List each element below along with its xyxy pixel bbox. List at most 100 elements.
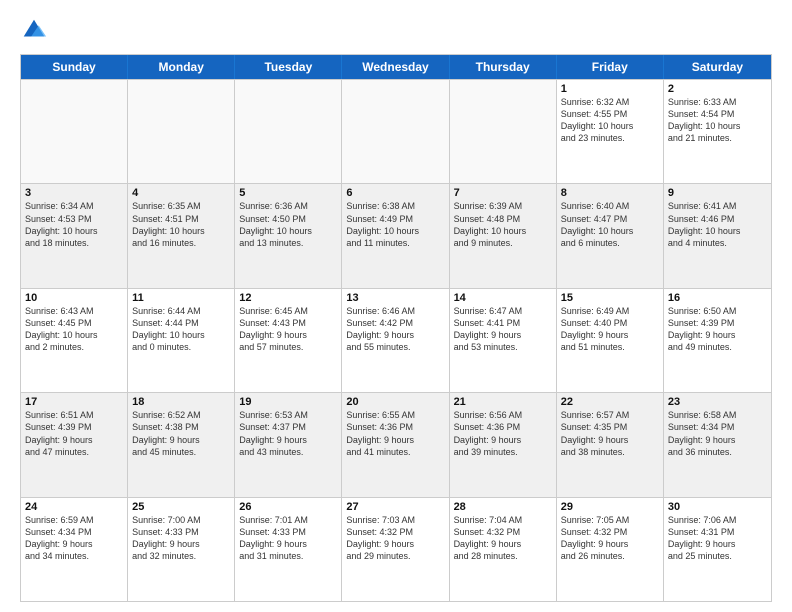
day-number: 10 <box>25 292 123 304</box>
calendar-row-3: 10Sunrise: 6:43 AM Sunset: 4:45 PM Dayli… <box>21 288 771 392</box>
day-cell-13: 13Sunrise: 6:46 AM Sunset: 4:42 PM Dayli… <box>342 289 449 392</box>
day-number: 29 <box>561 501 659 513</box>
day-number: 3 <box>25 187 123 199</box>
day-number: 7 <box>454 187 552 199</box>
day-cell-14: 14Sunrise: 6:47 AM Sunset: 4:41 PM Dayli… <box>450 289 557 392</box>
day-number: 8 <box>561 187 659 199</box>
header-day-saturday: Saturday <box>664 55 771 79</box>
calendar-row-1: 1Sunrise: 6:32 AM Sunset: 4:55 PM Daylig… <box>21 79 771 183</box>
day-cell-24: 24Sunrise: 6:59 AM Sunset: 4:34 PM Dayli… <box>21 498 128 601</box>
day-cell-30: 30Sunrise: 7:06 AM Sunset: 4:31 PM Dayli… <box>664 498 771 601</box>
day-cell-2: 2Sunrise: 6:33 AM Sunset: 4:54 PM Daylig… <box>664 80 771 183</box>
day-info: Sunrise: 7:01 AM Sunset: 4:33 PM Dayligh… <box>239 514 337 563</box>
day-info: Sunrise: 7:04 AM Sunset: 4:32 PM Dayligh… <box>454 514 552 563</box>
empty-cell <box>342 80 449 183</box>
day-info: Sunrise: 6:43 AM Sunset: 4:45 PM Dayligh… <box>25 305 123 354</box>
calendar-row-2: 3Sunrise: 6:34 AM Sunset: 4:53 PM Daylig… <box>21 183 771 287</box>
day-info: Sunrise: 6:39 AM Sunset: 4:48 PM Dayligh… <box>454 200 552 249</box>
day-number: 24 <box>25 501 123 513</box>
empty-cell <box>450 80 557 183</box>
day-info: Sunrise: 6:34 AM Sunset: 4:53 PM Dayligh… <box>25 200 123 249</box>
calendar-row-4: 17Sunrise: 6:51 AM Sunset: 4:39 PM Dayli… <box>21 392 771 496</box>
day-info: Sunrise: 6:53 AM Sunset: 4:37 PM Dayligh… <box>239 409 337 458</box>
empty-cell <box>128 80 235 183</box>
day-cell-29: 29Sunrise: 7:05 AM Sunset: 4:32 PM Dayli… <box>557 498 664 601</box>
day-info: Sunrise: 6:38 AM Sunset: 4:49 PM Dayligh… <box>346 200 444 249</box>
day-info: Sunrise: 6:51 AM Sunset: 4:39 PM Dayligh… <box>25 409 123 458</box>
day-info: Sunrise: 6:41 AM Sunset: 4:46 PM Dayligh… <box>668 200 767 249</box>
day-number: 16 <box>668 292 767 304</box>
day-info: Sunrise: 6:50 AM Sunset: 4:39 PM Dayligh… <box>668 305 767 354</box>
day-info: Sunrise: 7:05 AM Sunset: 4:32 PM Dayligh… <box>561 514 659 563</box>
day-info: Sunrise: 7:03 AM Sunset: 4:32 PM Dayligh… <box>346 514 444 563</box>
day-cell-28: 28Sunrise: 7:04 AM Sunset: 4:32 PM Dayli… <box>450 498 557 601</box>
day-info: Sunrise: 6:49 AM Sunset: 4:40 PM Dayligh… <box>561 305 659 354</box>
day-number: 23 <box>668 396 767 408</box>
day-number: 20 <box>346 396 444 408</box>
day-cell-21: 21Sunrise: 6:56 AM Sunset: 4:36 PM Dayli… <box>450 393 557 496</box>
day-number: 26 <box>239 501 337 513</box>
empty-cell <box>21 80 128 183</box>
logo <box>20 16 52 44</box>
day-cell-3: 3Sunrise: 6:34 AM Sunset: 4:53 PM Daylig… <box>21 184 128 287</box>
day-number: 5 <box>239 187 337 199</box>
day-number: 15 <box>561 292 659 304</box>
day-number: 17 <box>25 396 123 408</box>
day-info: Sunrise: 6:52 AM Sunset: 4:38 PM Dayligh… <box>132 409 230 458</box>
day-info: Sunrise: 6:57 AM Sunset: 4:35 PM Dayligh… <box>561 409 659 458</box>
day-number: 25 <box>132 501 230 513</box>
header-day-thursday: Thursday <box>450 55 557 79</box>
day-number: 22 <box>561 396 659 408</box>
header-day-sunday: Sunday <box>21 55 128 79</box>
header-day-tuesday: Tuesday <box>235 55 342 79</box>
day-info: Sunrise: 6:40 AM Sunset: 4:47 PM Dayligh… <box>561 200 659 249</box>
day-number: 9 <box>668 187 767 199</box>
day-info: Sunrise: 7:00 AM Sunset: 4:33 PM Dayligh… <box>132 514 230 563</box>
day-number: 14 <box>454 292 552 304</box>
day-info: Sunrise: 6:47 AM Sunset: 4:41 PM Dayligh… <box>454 305 552 354</box>
day-cell-16: 16Sunrise: 6:50 AM Sunset: 4:39 PM Dayli… <box>664 289 771 392</box>
day-cell-10: 10Sunrise: 6:43 AM Sunset: 4:45 PM Dayli… <box>21 289 128 392</box>
day-info: Sunrise: 6:36 AM Sunset: 4:50 PM Dayligh… <box>239 200 337 249</box>
day-cell-7: 7Sunrise: 6:39 AM Sunset: 4:48 PM Daylig… <box>450 184 557 287</box>
day-info: Sunrise: 6:32 AM Sunset: 4:55 PM Dayligh… <box>561 96 659 145</box>
day-number: 6 <box>346 187 444 199</box>
day-cell-26: 26Sunrise: 7:01 AM Sunset: 4:33 PM Dayli… <box>235 498 342 601</box>
header-day-monday: Monday <box>128 55 235 79</box>
day-number: 2 <box>668 83 767 95</box>
day-cell-8: 8Sunrise: 6:40 AM Sunset: 4:47 PM Daylig… <box>557 184 664 287</box>
day-cell-22: 22Sunrise: 6:57 AM Sunset: 4:35 PM Dayli… <box>557 393 664 496</box>
day-cell-23: 23Sunrise: 6:58 AM Sunset: 4:34 PM Dayli… <box>664 393 771 496</box>
day-cell-6: 6Sunrise: 6:38 AM Sunset: 4:49 PM Daylig… <box>342 184 449 287</box>
day-number: 27 <box>346 501 444 513</box>
page: SundayMondayTuesdayWednesdayThursdayFrid… <box>0 0 792 612</box>
day-info: Sunrise: 7:06 AM Sunset: 4:31 PM Dayligh… <box>668 514 767 563</box>
day-info: Sunrise: 6:59 AM Sunset: 4:34 PM Dayligh… <box>25 514 123 563</box>
calendar-row-5: 24Sunrise: 6:59 AM Sunset: 4:34 PM Dayli… <box>21 497 771 601</box>
logo-icon <box>20 16 48 44</box>
calendar: SundayMondayTuesdayWednesdayThursdayFrid… <box>20 54 772 602</box>
day-cell-9: 9Sunrise: 6:41 AM Sunset: 4:46 PM Daylig… <box>664 184 771 287</box>
day-info: Sunrise: 6:58 AM Sunset: 4:34 PM Dayligh… <box>668 409 767 458</box>
day-info: Sunrise: 6:33 AM Sunset: 4:54 PM Dayligh… <box>668 96 767 145</box>
day-info: Sunrise: 6:56 AM Sunset: 4:36 PM Dayligh… <box>454 409 552 458</box>
day-info: Sunrise: 6:45 AM Sunset: 4:43 PM Dayligh… <box>239 305 337 354</box>
calendar-body: 1Sunrise: 6:32 AM Sunset: 4:55 PM Daylig… <box>21 79 771 601</box>
header <box>20 16 772 44</box>
day-cell-18: 18Sunrise: 6:52 AM Sunset: 4:38 PM Dayli… <box>128 393 235 496</box>
day-info: Sunrise: 6:44 AM Sunset: 4:44 PM Dayligh… <box>132 305 230 354</box>
day-cell-1: 1Sunrise: 6:32 AM Sunset: 4:55 PM Daylig… <box>557 80 664 183</box>
day-cell-19: 19Sunrise: 6:53 AM Sunset: 4:37 PM Dayli… <box>235 393 342 496</box>
day-cell-17: 17Sunrise: 6:51 AM Sunset: 4:39 PM Dayli… <box>21 393 128 496</box>
day-cell-5: 5Sunrise: 6:36 AM Sunset: 4:50 PM Daylig… <box>235 184 342 287</box>
day-number: 21 <box>454 396 552 408</box>
empty-cell <box>235 80 342 183</box>
day-cell-15: 15Sunrise: 6:49 AM Sunset: 4:40 PM Dayli… <box>557 289 664 392</box>
day-number: 18 <box>132 396 230 408</box>
day-cell-27: 27Sunrise: 7:03 AM Sunset: 4:32 PM Dayli… <box>342 498 449 601</box>
day-info: Sunrise: 6:35 AM Sunset: 4:51 PM Dayligh… <box>132 200 230 249</box>
day-number: 13 <box>346 292 444 304</box>
day-cell-12: 12Sunrise: 6:45 AM Sunset: 4:43 PM Dayli… <box>235 289 342 392</box>
day-number: 1 <box>561 83 659 95</box>
day-cell-20: 20Sunrise: 6:55 AM Sunset: 4:36 PM Dayli… <box>342 393 449 496</box>
